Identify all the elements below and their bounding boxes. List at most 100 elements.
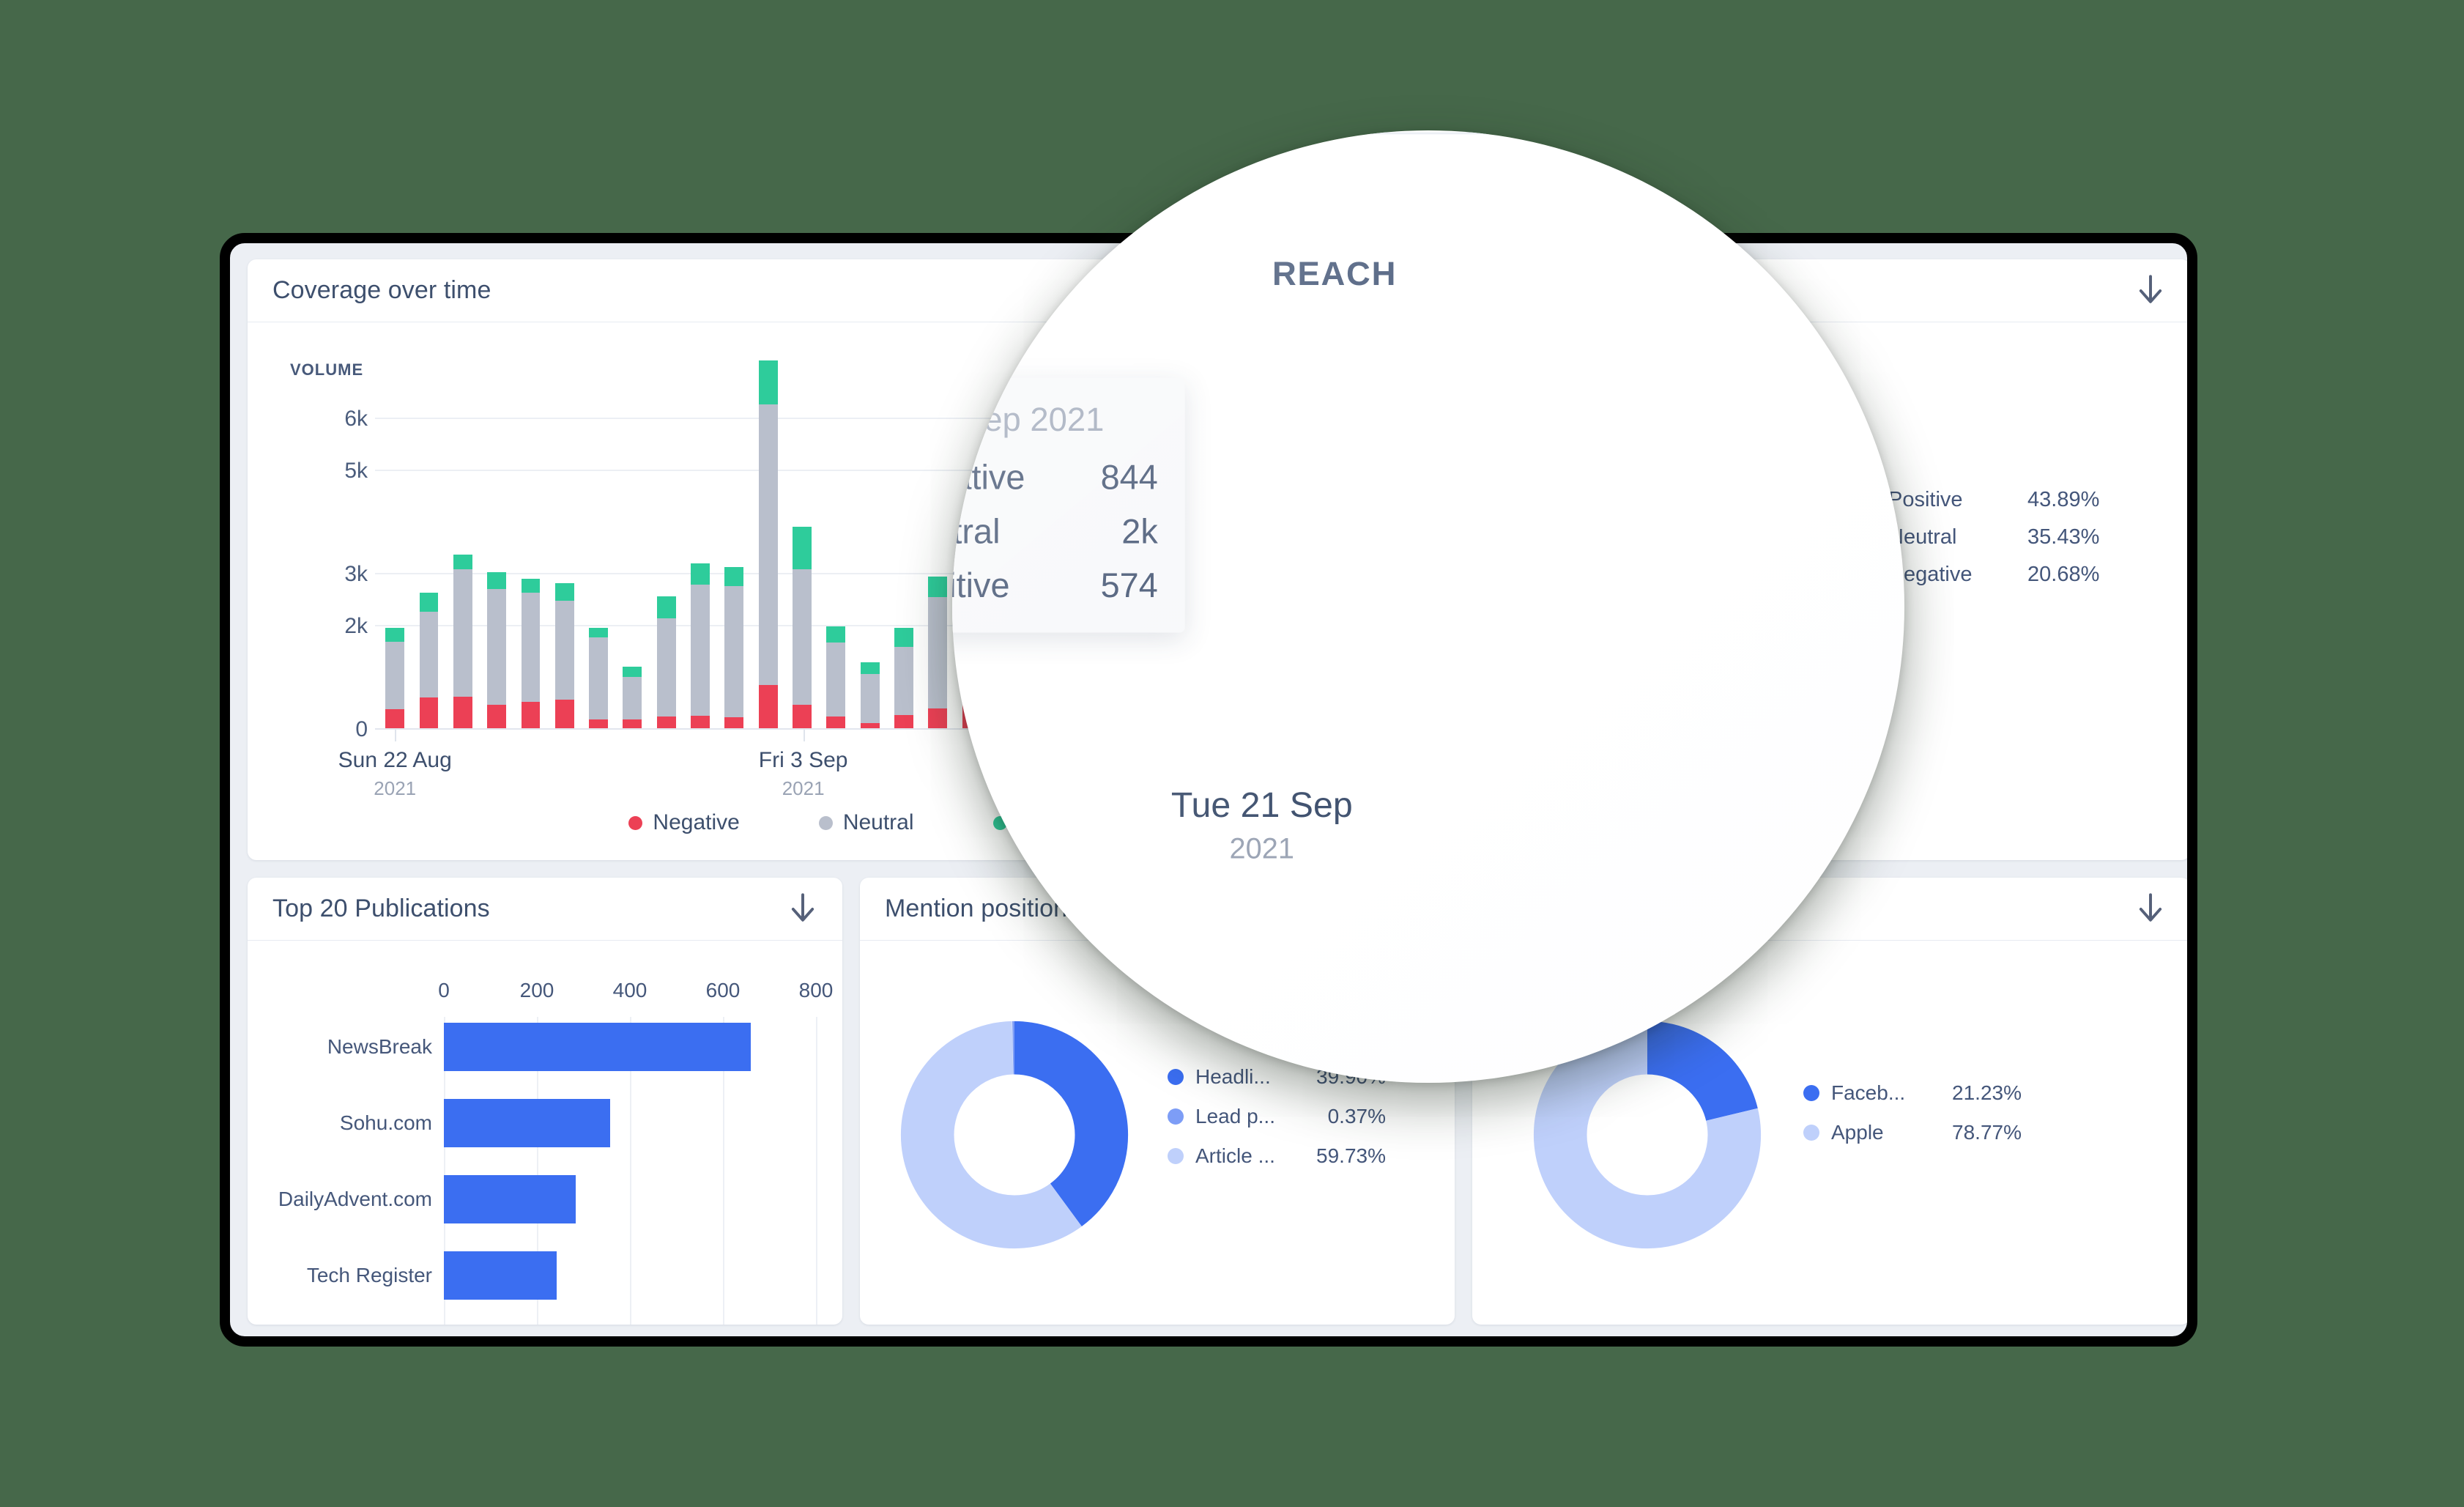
bar-slot[interactable] [446, 399, 480, 730]
stacked-bar[interactable] [623, 667, 642, 730]
stacked-bar[interactable] [928, 576, 948, 730]
legend-color-dot [1803, 1125, 1819, 1141]
bar-segment [724, 567, 744, 587]
bar-segment [793, 705, 812, 730]
x-axis-date: Sun 22 Aug [338, 748, 452, 772]
legend-item[interactable]: Neutral [818, 810, 914, 835]
legend-value: 0.37% [1327, 1105, 1386, 1128]
bar-segment [623, 676, 642, 719]
bar-slot[interactable] [921, 399, 954, 730]
top-publications-card: Top 20 Publications 0 200 400 600 800 NewsBre… [248, 878, 842, 1325]
bar-segment [589, 637, 609, 719]
legend-label: Apple [1831, 1121, 1884, 1144]
bar-slot[interactable] [853, 399, 887, 730]
sentiment-legend-row[interactable]: Negative 20.68% [1888, 563, 2099, 587]
bar-slot[interactable] [785, 399, 819, 730]
stacked-bar[interactable] [758, 360, 778, 730]
publications-axis-tick: 800 [798, 979, 834, 1001]
coverage-tooltip-row: Negative 844 [952, 458, 1158, 497]
publication-row[interactable]: NewsBreak [248, 1023, 842, 1071]
coverage-tooltip-row: Positive 574 [952, 566, 1158, 606]
bar-slot[interactable] [480, 399, 513, 730]
x-axis-label: Sun 22 Aug 2021 [338, 748, 452, 800]
stacked-bar[interactable] [793, 526, 812, 730]
tooltip-label: Negative [952, 457, 1025, 497]
y-axis-tick: 2k [344, 613, 368, 638]
bar-segment [419, 611, 439, 698]
stacked-bar[interactable] [826, 626, 846, 730]
stacked-bar[interactable] [419, 593, 439, 730]
publication-bar[interactable] [444, 1099, 610, 1147]
publications-axis-tick: 600 [705, 979, 741, 1001]
bar-slot[interactable] [615, 399, 649, 730]
stacked-bar[interactable] [521, 579, 541, 730]
bar-slot[interactable] [582, 399, 615, 730]
bar-slot[interactable] [412, 399, 445, 730]
stacked-bar[interactable] [860, 662, 880, 730]
publication-row[interactable]: Tech Register [248, 1251, 842, 1300]
bar-segment [419, 593, 439, 612]
legend-label: Faceb... [1831, 1081, 1906, 1104]
legend-label: Lead p... [1195, 1105, 1275, 1128]
x-axis-tick [803, 730, 805, 741]
stacked-bar[interactable] [724, 567, 744, 730]
stacked-bar[interactable] [691, 563, 710, 730]
legend-color-dot [628, 815, 643, 830]
entities-legend-row[interactable]: Faceb... 21.23% [1803, 1081, 2022, 1105]
publications-card-title: Top 20 Publications [272, 895, 490, 922]
bar-slot[interactable] [887, 399, 921, 730]
bar-slot[interactable] [650, 399, 683, 730]
publications-bar-chart: 0 200 400 600 800 NewsBreak Sohu.com DailyAdven… [248, 941, 842, 1325]
download-icon[interactable] [2136, 274, 2165, 308]
tooltip-label: Neutral [952, 511, 1001, 551]
bar-segment [928, 576, 948, 598]
bar-slot[interactable] [752, 360, 785, 730]
legend-color-dot [818, 815, 833, 830]
bar-segment [385, 628, 405, 642]
bar-segment [419, 697, 439, 730]
publication-name: DailyAdvent.com [278, 1188, 432, 1210]
stacked-bar[interactable] [589, 628, 609, 730]
mention-legend-row[interactable]: Article ... 59.73% [1168, 1144, 1386, 1168]
publication-row[interactable]: DailyAdvent.com [248, 1175, 842, 1223]
bar-slot[interactable] [819, 399, 853, 730]
sentiment-legend-label: Neutral [1888, 525, 1957, 549]
bar-segment [894, 628, 914, 648]
tooltip-value: 844 [1100, 457, 1158, 497]
stacked-bar[interactable] [894, 628, 914, 730]
publication-name: Sohu.com [339, 1111, 432, 1134]
bar-segment [453, 569, 472, 697]
bar-segment [894, 714, 914, 730]
entities-legend-row[interactable]: Apple 78.77% [1803, 1121, 2022, 1144]
bar-slot[interactable] [548, 399, 582, 730]
bar-slot[interactable] [378, 399, 412, 730]
bar-slot[interactable] [717, 399, 751, 730]
stacked-bar[interactable] [385, 628, 405, 730]
publication-row[interactable]: Sohu.com [248, 1099, 842, 1147]
legend-value: 59.73% [1316, 1144, 1386, 1167]
download-icon[interactable] [788, 892, 817, 926]
legend-item[interactable]: Negative [628, 810, 740, 835]
publication-bar[interactable] [444, 1175, 576, 1223]
stacked-bar[interactable] [656, 596, 676, 730]
legend-label: Article ... [1195, 1144, 1275, 1167]
legend-value: 78.77% [1952, 1121, 2022, 1144]
bar-segment [860, 662, 880, 674]
stacked-bar[interactable] [453, 555, 472, 730]
publication-name: Tech Register [306, 1264, 432, 1286]
x-axis-tick [395, 730, 397, 741]
publication-bar[interactable] [444, 1023, 752, 1071]
stacked-bar[interactable] [554, 582, 574, 730]
bar-slot[interactable] [683, 399, 717, 730]
sentiment-legend-row[interactable]: Positive 43.89% [1888, 488, 2099, 512]
legend-label: Neutral [842, 810, 914, 834]
publications-axis-tick: 0 [438, 979, 450, 1001]
bar-slot[interactable] [513, 399, 547, 730]
stacked-bar[interactable] [487, 571, 507, 730]
sentiment-legend-row[interactable]: Neutral 35.43% [1888, 525, 2099, 549]
x-axis-year: 2021 [374, 777, 417, 799]
publication-bar[interactable] [444, 1251, 557, 1300]
mention-legend-row[interactable]: Lead p... 0.37% [1168, 1105, 1386, 1128]
coverage-tooltip-rows: Negative 844 Neutral 2k Positive 574 [952, 458, 1158, 606]
download-icon[interactable] [2136, 892, 2165, 926]
